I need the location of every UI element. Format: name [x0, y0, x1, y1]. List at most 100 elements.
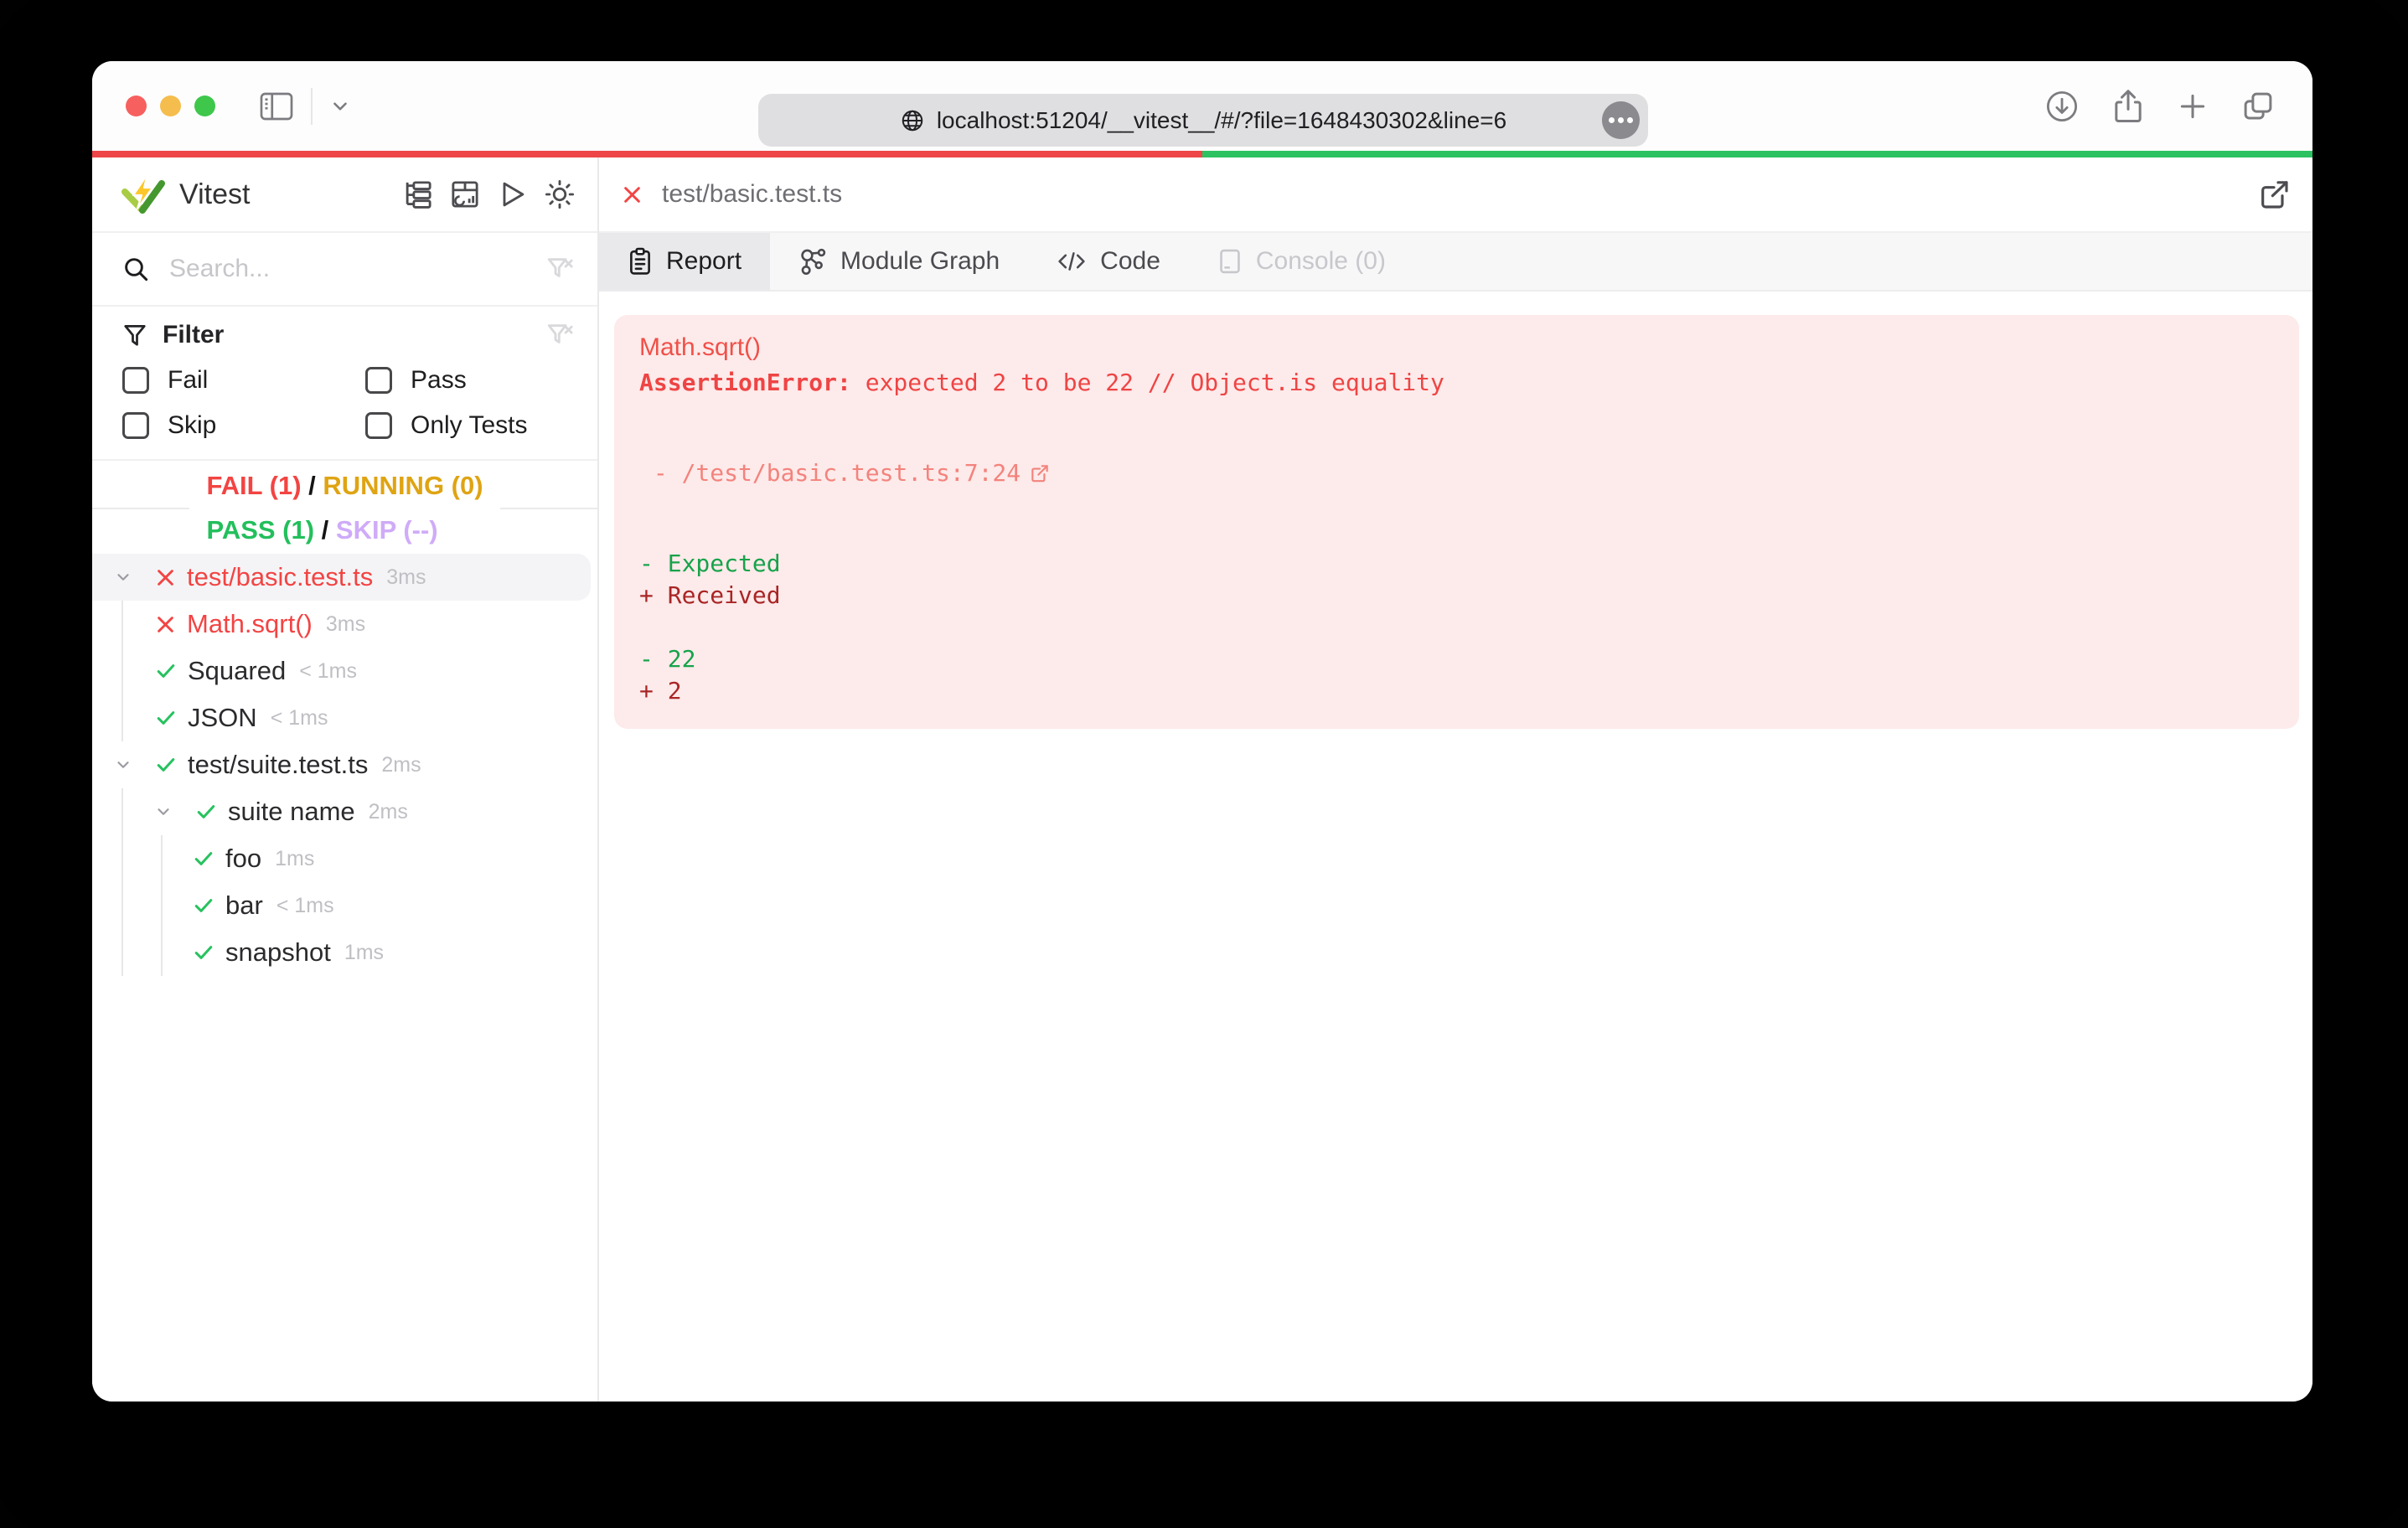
tab-label: Report: [666, 247, 742, 275]
open-file-title: test/basic.test.ts: [662, 180, 843, 208]
failed-test-name: Math.sqrt(): [639, 333, 762, 361]
file-children: Math.sqrt() 3ms Squared < 1ms JSON < 1ms: [121, 601, 597, 741]
checkbox[interactable]: [365, 412, 392, 439]
tree-row-squared[interactable]: Squared < 1ms: [123, 648, 597, 694]
dashboard-icon[interactable]: [450, 179, 480, 209]
tree-row-math-sqrt[interactable]: Math.sqrt() 3ms: [123, 601, 597, 648]
test-duration: < 1ms: [299, 658, 357, 683]
tab-module-graph[interactable]: Module Graph: [770, 233, 1028, 290]
diff-received-value: + 2: [639, 677, 682, 705]
pass-icon: [154, 753, 178, 777]
assertion-error-message: AssertionError: expected 2 to be 22 // O…: [639, 369, 1444, 396]
chevron-down-icon[interactable]: [154, 803, 173, 821]
tab-console[interactable]: Console (0): [1189, 233, 1414, 290]
browser-toolbar: localhost:51204/__vitest__/#/?file=16484…: [92, 61, 2312, 151]
test-label: test/suite.test.ts: [188, 750, 369, 779]
sidebar-toggle-icon[interactable]: [259, 91, 294, 121]
tree-row-suite-name[interactable]: suite name 2ms: [123, 788, 597, 835]
progress-pass-segment: [1202, 151, 2312, 157]
test-label: foo: [225, 844, 262, 873]
tab-overview-icon[interactable]: [2240, 89, 2276, 124]
close-window-button[interactable]: [126, 96, 147, 116]
pass-icon: [192, 847, 215, 870]
chevron-down-icon[interactable]: [114, 568, 132, 586]
diff-received-label: + Received: [639, 581, 781, 609]
test-duration: 3ms: [386, 565, 426, 589]
chevron-down-icon[interactable]: [329, 96, 351, 117]
clear-filter-icon[interactable]: [545, 321, 574, 349]
tab-report[interactable]: Report: [599, 233, 771, 290]
globe-icon: [900, 108, 925, 133]
theme-toggle-icon[interactable]: [544, 178, 576, 210]
filter-option-fail[interactable]: Fail: [122, 365, 365, 395]
file-children: suite name 2ms foo 1ms bar < 1ms snapsho…: [121, 788, 597, 976]
new-tab-icon[interactable]: [2177, 90, 2209, 122]
filter-option-only-tests[interactable]: Only Tests: [365, 410, 574, 441]
pass-icon: [154, 659, 178, 683]
test-duration: 1ms: [275, 846, 315, 870]
test-duration: < 1ms: [270, 705, 328, 730]
suite-children: foo 1ms bar < 1ms snapshot 1ms: [161, 835, 597, 976]
code-icon: [1057, 249, 1087, 274]
open-in-editor-icon[interactable]: [2257, 178, 2291, 211]
summary-line-1: FAIL (1) / RUNNING (0): [206, 470, 483, 500]
file-header: test/basic.test.ts: [599, 157, 2312, 233]
clear-search-filter-icon[interactable]: [545, 255, 574, 283]
console-icon: [1217, 248, 1243, 275]
minimize-window-button[interactable]: [160, 96, 181, 116]
test-duration: < 1ms: [276, 893, 334, 917]
tree-row-basic-test-file[interactable]: test/basic.test.ts 3ms: [92, 554, 591, 601]
collapse-tests-icon[interactable]: [403, 179, 433, 209]
checkbox[interactable]: [365, 367, 392, 394]
diff-expected-value: - 22: [639, 645, 696, 673]
filter-option-pass[interactable]: Pass: [365, 365, 574, 395]
tree-row-snapshot[interactable]: snapshot 1ms: [163, 929, 597, 976]
run-all-icon[interactable]: [497, 179, 527, 209]
fail-icon: [154, 566, 177, 589]
tab-code[interactable]: Code: [1028, 233, 1189, 290]
checkbox[interactable]: [122, 412, 149, 439]
test-tree: test/basic.test.ts 3ms Math.sqrt() 3ms S…: [92, 554, 597, 1402]
zoom-window-button[interactable]: [194, 96, 215, 116]
filter-option-skip[interactable]: Skip: [122, 410, 365, 441]
pass-icon: [194, 800, 218, 823]
diff-expected-label: - Expected: [639, 550, 781, 577]
search-bar: [92, 233, 597, 307]
test-duration: 2ms: [381, 752, 421, 777]
share-icon[interactable]: [2111, 88, 2145, 125]
chevron-down-icon[interactable]: [114, 756, 132, 774]
vitest-logo-icon: [121, 173, 166, 215]
test-label: suite name: [228, 797, 355, 826]
url-text: localhost:51204/__vitest__/#/?file=16484…: [936, 106, 1507, 133]
test-duration: 2ms: [368, 799, 408, 823]
test-progress-bar: [92, 151, 2312, 157]
checkbox-label: Only Tests: [411, 411, 528, 439]
fail-icon: [154, 613, 177, 636]
error-report: Math.sqrt() AssertionError: expected 2 t…: [614, 315, 2299, 729]
browser-window: localhost:51204/__vitest__/#/?file=16484…: [92, 61, 2312, 1402]
address-bar[interactable]: localhost:51204/__vitest__/#/?file=16484…: [758, 94, 1648, 147]
test-summary: FAIL (1) / RUNNING (0) PASS (1) / SKIP (…: [92, 461, 597, 554]
checkbox-label: Fail: [168, 366, 209, 394]
module-graph-icon: [798, 247, 827, 276]
external-link-icon: [1029, 399, 1227, 548]
search-input[interactable]: [168, 254, 545, 284]
filter-icon: [122, 323, 147, 348]
tree-row-json[interactable]: JSON < 1ms: [123, 694, 597, 741]
test-label: Squared: [188, 656, 287, 685]
traffic-lights: [126, 96, 215, 116]
checkbox[interactable]: [122, 367, 149, 394]
test-label: Math.sqrt(): [187, 609, 313, 638]
filter-section: Filter Fail Pass Skip Only Tests: [92, 307, 597, 461]
stack-trace-link[interactable]: - /test/basic.test.ts:7:24: [639, 399, 2274, 548]
tab-label: Module Graph: [840, 247, 1000, 275]
tree-row-bar[interactable]: bar < 1ms: [163, 882, 597, 929]
tree-row-suite-test-file[interactable]: test/suite.test.ts 2ms: [92, 741, 597, 788]
page-settings-button[interactable]: [1602, 101, 1640, 139]
test-label: test/basic.test.ts: [187, 562, 374, 591]
tree-row-foo[interactable]: foo 1ms: [163, 835, 597, 882]
pass-icon: [192, 894, 215, 917]
toolbar-divider: [311, 87, 313, 125]
downloads-icon[interactable]: [2044, 89, 2080, 124]
test-label: bar: [225, 890, 263, 920]
